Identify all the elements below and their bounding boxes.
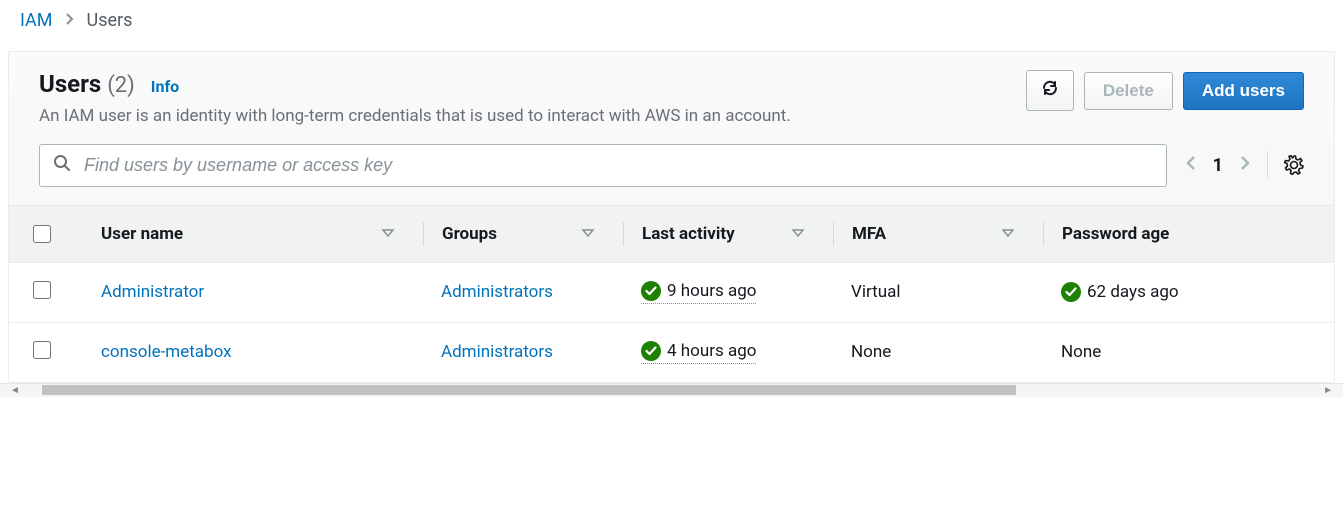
select-all-checkbox[interactable]: [33, 225, 51, 243]
check-circle-icon: [641, 341, 661, 361]
gear-icon: [1284, 155, 1304, 175]
search-input[interactable]: [39, 144, 1167, 187]
panel-header: Users (2) Info An IAM user is an identit…: [9, 52, 1334, 144]
add-users-button[interactable]: Add users: [1183, 72, 1304, 110]
row-checkbox[interactable]: [33, 341, 51, 359]
search-icon: [53, 154, 71, 176]
panel-description: An IAM user is an identity with long-ter…: [39, 104, 859, 130]
panel-title-area: Users (2) Info An IAM user is an identit…: [39, 70, 859, 130]
breadcrumb-current: Users: [87, 10, 133, 31]
column-label: Groups: [442, 224, 497, 244]
user-count: (2): [107, 73, 135, 98]
panel-actions: Delete Add users: [1026, 70, 1304, 111]
horizontal-scrollbar[interactable]: ◄ ►: [0, 383, 1343, 397]
sort-icon: [1001, 226, 1015, 242]
page-title: Users: [39, 70, 101, 98]
sort-icon: [791, 226, 805, 242]
table-row: console-metabox Administrators 4 hours ago…: [9, 322, 1334, 382]
column-header-mfa[interactable]: MFA: [819, 205, 1029, 262]
refresh-icon: [1041, 79, 1059, 102]
breadcrumb-root[interactable]: IAM: [20, 10, 53, 31]
group-link[interactable]: Administrators: [441, 342, 553, 362]
users-table: User name Groups: [9, 205, 1334, 382]
column-header-activity[interactable]: Last activity: [609, 205, 819, 262]
scroll-track: [22, 385, 1321, 395]
password-age-value: None: [1061, 342, 1101, 362]
page-number: 1: [1213, 155, 1223, 176]
divider: [1267, 151, 1268, 179]
column-header-groups[interactable]: Groups: [409, 205, 609, 262]
chevron-right-icon: [65, 10, 75, 31]
scroll-thumb[interactable]: [42, 385, 1016, 395]
sort-icon: [381, 226, 395, 242]
mfa-value: Virtual: [851, 282, 900, 302]
column-header-password[interactable]: Password age: [1029, 205, 1334, 262]
mfa-value: None: [851, 342, 891, 362]
scroll-right-arrow: ►: [1321, 385, 1335, 396]
user-link[interactable]: console-metabox: [101, 342, 232, 362]
refresh-button[interactable]: [1026, 70, 1074, 111]
search-row: 1: [9, 144, 1334, 205]
check-circle-icon: [1061, 282, 1081, 302]
password-age-value: 62 days ago: [1061, 282, 1179, 302]
scroll-left-arrow: ◄: [8, 385, 22, 396]
delete-button[interactable]: Delete: [1084, 72, 1173, 110]
next-page-button[interactable]: [1239, 153, 1251, 177]
users-panel: Users (2) Info An IAM user is an identit…: [8, 51, 1335, 383]
column-label: MFA: [852, 224, 886, 244]
settings-button[interactable]: [1284, 155, 1304, 175]
sort-icon: [581, 226, 595, 242]
breadcrumb: IAM Users: [0, 0, 1343, 41]
pagination: 1: [1185, 151, 1304, 179]
column-label: Last activity: [642, 224, 735, 244]
column-label: Password age: [1062, 224, 1169, 244]
column-header-checkbox: [9, 205, 69, 262]
user-link[interactable]: Administrator: [101, 282, 204, 302]
table-row: Administrator Administrators 9 hours ago Vi…: [9, 262, 1334, 322]
activity-value: 4 hours ago: [641, 341, 756, 364]
search-box: [39, 144, 1167, 187]
prev-page-button[interactable]: [1185, 153, 1197, 177]
info-link[interactable]: Info: [151, 77, 179, 96]
users-table-wrapper: User name Groups: [9, 205, 1334, 382]
column-header-username[interactable]: User name: [69, 205, 409, 262]
column-label: User name: [101, 224, 183, 244]
check-circle-icon: [641, 281, 661, 301]
row-checkbox[interactable]: [33, 281, 51, 299]
panel-title-row: Users (2) Info: [39, 70, 859, 98]
group-link[interactable]: Administrators: [441, 282, 553, 302]
table-header-row: User name Groups: [9, 205, 1334, 262]
activity-value: 9 hours ago: [641, 281, 756, 304]
